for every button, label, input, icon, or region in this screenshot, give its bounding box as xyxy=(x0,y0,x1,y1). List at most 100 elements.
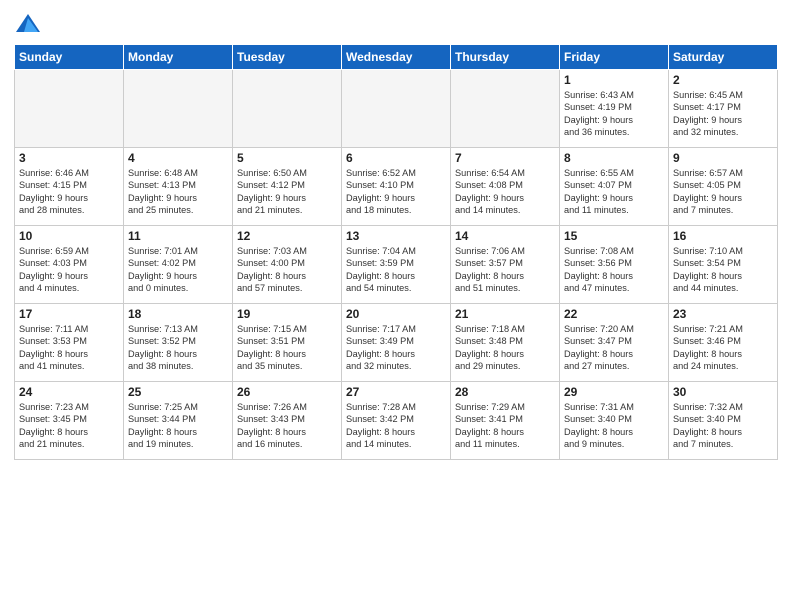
day-info: Sunrise: 7:06 AM Sunset: 3:57 PM Dayligh… xyxy=(455,245,555,295)
day-info: Sunrise: 6:55 AM Sunset: 4:07 PM Dayligh… xyxy=(564,167,664,217)
day-info: Sunrise: 6:48 AM Sunset: 4:13 PM Dayligh… xyxy=(128,167,228,217)
calendar-header-monday: Monday xyxy=(124,45,233,70)
day-info: Sunrise: 7:18 AM Sunset: 3:48 PM Dayligh… xyxy=(455,323,555,373)
calendar-cell: 20Sunrise: 7:17 AM Sunset: 3:49 PM Dayli… xyxy=(342,304,451,382)
calendar-header-tuesday: Tuesday xyxy=(233,45,342,70)
day-info: Sunrise: 7:26 AM Sunset: 3:43 PM Dayligh… xyxy=(237,401,337,451)
day-number: 26 xyxy=(237,385,337,399)
header xyxy=(14,10,778,38)
day-number: 12 xyxy=(237,229,337,243)
day-number: 4 xyxy=(128,151,228,165)
calendar-cell: 4 Sunrise: 6:48 AM Sunset: 4:13 PM Daylig… xyxy=(124,148,233,226)
day-info: Sunrise: 6:57 AM Sunset: 4:05 PM Dayligh… xyxy=(673,167,773,217)
calendar-header-wednesday: Wednesday xyxy=(342,45,451,70)
day-number: 24 xyxy=(19,385,119,399)
day-number: 21 xyxy=(455,307,555,321)
day-number: 11 xyxy=(128,229,228,243)
calendar-header-saturday: Saturday xyxy=(669,45,778,70)
day-info: Sunrise: 6:46 AM Sunset: 4:15 PM Dayligh… xyxy=(19,167,119,217)
day-info: Sunrise: 6:59 AM Sunset: 4:03 PM Dayligh… xyxy=(19,245,119,295)
calendar-cell xyxy=(233,70,342,148)
calendar-cell xyxy=(15,70,124,148)
calendar-cell: 16 Sunrise: 7:10 AM Sunset: 3:54 PM Dayli… xyxy=(669,226,778,304)
day-number: 16 xyxy=(673,229,773,243)
calendar-cell: 22 Sunrise: 7:20 AM Sunset: 3:47 PM Dayli… xyxy=(560,304,669,382)
logo-icon xyxy=(14,10,42,38)
calendar-cell: 1 Sunrise: 6:43 AM Sunset: 4:19 PM Daylig… xyxy=(560,70,669,148)
day-info: Sunrise: 7:10 AM Sunset: 3:54 PM Dayligh… xyxy=(673,245,773,295)
day-info: Sunrise: 7:01 AM Sunset: 4:02 PM Dayligh… xyxy=(128,245,228,295)
calendar-cell: 23Sunrise: 7:21 AM Sunset: 3:46 PM Dayli… xyxy=(669,304,778,382)
calendar-header-thursday: Thursday xyxy=(451,45,560,70)
day-info: Sunrise: 6:52 AM Sunset: 4:10 PM Dayligh… xyxy=(346,167,446,217)
day-info: Sunrise: 7:32 AM Sunset: 3:40 PM Dayligh… xyxy=(673,401,773,451)
calendar-week-4: 17 Sunrise: 7:11 AM Sunset: 3:53 PM Dayli… xyxy=(15,304,778,382)
calendar-week-1: 1 Sunrise: 6:43 AM Sunset: 4:19 PM Daylig… xyxy=(15,70,778,148)
calendar-cell: 13Sunrise: 7:04 AM Sunset: 3:59 PM Dayli… xyxy=(342,226,451,304)
day-number: 9 xyxy=(673,151,773,165)
calendar: SundayMondayTuesdayWednesdayThursdayFrid… xyxy=(14,44,778,460)
calendar-cell: 7 Sunrise: 6:54 AM Sunset: 4:08 PM Daylig… xyxy=(451,148,560,226)
day-info: Sunrise: 6:54 AM Sunset: 4:08 PM Dayligh… xyxy=(455,167,555,217)
calendar-cell: 29 Sunrise: 7:31 AM Sunset: 3:40 PM Dayli… xyxy=(560,382,669,460)
day-info: Sunrise: 6:43 AM Sunset: 4:19 PM Dayligh… xyxy=(564,89,664,139)
calendar-cell: 5 Sunrise: 6:50 AM Sunset: 4:12 PM Daylig… xyxy=(233,148,342,226)
calendar-week-5: 24 Sunrise: 7:23 AM Sunset: 3:45 PM Dayli… xyxy=(15,382,778,460)
day-number: 1 xyxy=(564,73,664,87)
calendar-cell: 8 Sunrise: 6:55 AM Sunset: 4:07 PM Daylig… xyxy=(560,148,669,226)
day-info: Sunrise: 7:25 AM Sunset: 3:44 PM Dayligh… xyxy=(128,401,228,451)
day-number: 29 xyxy=(564,385,664,399)
day-info: Sunrise: 6:50 AM Sunset: 4:12 PM Dayligh… xyxy=(237,167,337,217)
day-info: Sunrise: 7:28 AM Sunset: 3:42 PM Dayligh… xyxy=(346,401,446,451)
calendar-cell xyxy=(451,70,560,148)
calendar-cell: 18 Sunrise: 7:13 AM Sunset: 3:52 PM Dayli… xyxy=(124,304,233,382)
calendar-cell: 25 Sunrise: 7:25 AM Sunset: 3:44 PM Dayli… xyxy=(124,382,233,460)
day-number: 2 xyxy=(673,73,773,87)
day-info: Sunrise: 7:20 AM Sunset: 3:47 PM Dayligh… xyxy=(564,323,664,373)
day-number: 5 xyxy=(237,151,337,165)
day-number: 8 xyxy=(564,151,664,165)
day-number: 23 xyxy=(673,307,773,321)
day-number: 22 xyxy=(564,307,664,321)
calendar-week-3: 10 Sunrise: 6:59 AM Sunset: 4:03 PM Dayli… xyxy=(15,226,778,304)
day-number: 25 xyxy=(128,385,228,399)
day-info: Sunrise: 7:03 AM Sunset: 4:00 PM Dayligh… xyxy=(237,245,337,295)
day-number: 15 xyxy=(564,229,664,243)
calendar-header-sunday: Sunday xyxy=(15,45,124,70)
day-number: 6 xyxy=(346,151,446,165)
day-number: 3 xyxy=(19,151,119,165)
day-number: 14 xyxy=(455,229,555,243)
calendar-cell: 26 Sunrise: 7:26 AM Sunset: 3:43 PM Dayli… xyxy=(233,382,342,460)
calendar-cell: 27 Sunrise: 7:28 AM Sunset: 3:42 PM Dayli… xyxy=(342,382,451,460)
day-number: 28 xyxy=(455,385,555,399)
day-info: Sunrise: 7:29 AM Sunset: 3:41 PM Dayligh… xyxy=(455,401,555,451)
day-info: Sunrise: 7:31 AM Sunset: 3:40 PM Dayligh… xyxy=(564,401,664,451)
calendar-cell: 15Sunrise: 7:08 AM Sunset: 3:56 PM Dayli… xyxy=(560,226,669,304)
day-info: Sunrise: 7:13 AM Sunset: 3:52 PM Dayligh… xyxy=(128,323,228,373)
day-number: 18 xyxy=(128,307,228,321)
calendar-cell: 28 Sunrise: 7:29 AM Sunset: 3:41 PM Dayli… xyxy=(451,382,560,460)
logo xyxy=(14,10,46,38)
day-info: Sunrise: 7:11 AM Sunset: 3:53 PM Dayligh… xyxy=(19,323,119,373)
calendar-cell: 6 Sunrise: 6:52 AM Sunset: 4:10 PM Daylig… xyxy=(342,148,451,226)
day-number: 30 xyxy=(673,385,773,399)
day-number: 10 xyxy=(19,229,119,243)
page: SundayMondayTuesdayWednesdayThursdayFrid… xyxy=(0,0,792,612)
calendar-cell: 24 Sunrise: 7:23 AM Sunset: 3:45 PM Dayli… xyxy=(15,382,124,460)
calendar-cell: 30 Sunrise: 7:32 AM Sunset: 3:40 PM Dayli… xyxy=(669,382,778,460)
calendar-cell: 12 Sunrise: 7:03 AM Sunset: 4:00 PM Dayli… xyxy=(233,226,342,304)
calendar-cell: 9 Sunrise: 6:57 AM Sunset: 4:05 PM Daylig… xyxy=(669,148,778,226)
day-info: Sunrise: 7:04 AM Sunset: 3:59 PM Dayligh… xyxy=(346,245,446,295)
calendar-cell: 11 Sunrise: 7:01 AM Sunset: 4:02 PM Dayli… xyxy=(124,226,233,304)
day-number: 7 xyxy=(455,151,555,165)
calendar-cell: 14 Sunrise: 7:06 AM Sunset: 3:57 PM Dayli… xyxy=(451,226,560,304)
calendar-cell: 19Sunrise: 7:15 AM Sunset: 3:51 PM Dayli… xyxy=(233,304,342,382)
day-number: 27 xyxy=(346,385,446,399)
calendar-week-2: 3 Sunrise: 6:46 AM Sunset: 4:15 PM Daylig… xyxy=(15,148,778,226)
calendar-cell: 10 Sunrise: 6:59 AM Sunset: 4:03 PM Dayli… xyxy=(15,226,124,304)
calendar-header-friday: Friday xyxy=(560,45,669,70)
day-number: 17 xyxy=(19,307,119,321)
calendar-cell xyxy=(342,70,451,148)
calendar-cell: 21 Sunrise: 7:18 AM Sunset: 3:48 PM Dayli… xyxy=(451,304,560,382)
day-info: Sunrise: 7:23 AM Sunset: 3:45 PM Dayligh… xyxy=(19,401,119,451)
